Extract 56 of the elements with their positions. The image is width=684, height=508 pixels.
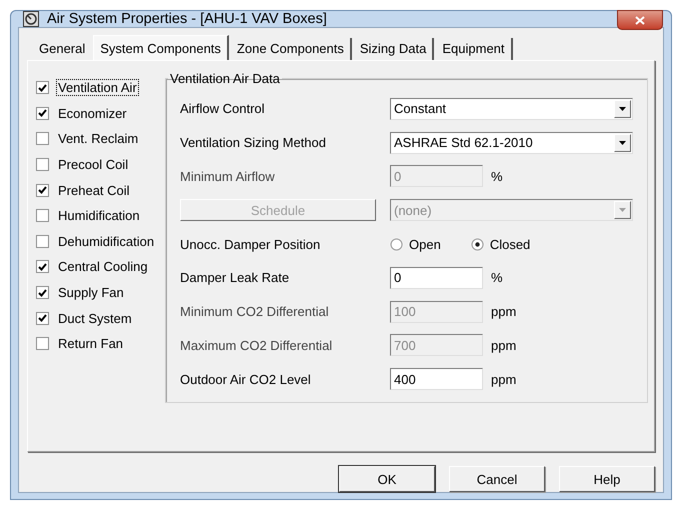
unit-label: % — [491, 270, 503, 286]
checkbox[interactable] — [36, 286, 49, 300]
tab[interactable]: Zone Components — [230, 38, 352, 60]
radio-option[interactable]: Closed — [470, 236, 530, 252]
checkbox-label[interactable]: Economizer — [57, 106, 128, 121]
group-title: Ventilation Air Data — [169, 71, 281, 86]
radio-icon[interactable] — [390, 238, 403, 251]
checkbox-label[interactable]: Dehumidification — [57, 234, 156, 249]
checkbox-label[interactable]: Vent. Reclaim — [57, 131, 140, 146]
radio-option[interactable]: Open — [390, 236, 441, 252]
window-title: Air System Properties - [AHU-1 VAV Boxes] — [47, 11, 327, 27]
field-label: Unocc. Damper Position — [180, 236, 322, 252]
unit-label: ppm — [491, 372, 516, 387]
tab[interactable]: General — [33, 38, 92, 60]
checkbox[interactable] — [36, 260, 49, 274]
dialog-button[interactable]: OK — [339, 466, 435, 492]
checkbox[interactable] — [36, 184, 49, 197]
app-icon — [23, 11, 39, 27]
checkbox-label[interactable]: Return Fan — [57, 336, 124, 352]
dropdown[interactable]: Constant — [390, 98, 633, 120]
close-icon — [635, 16, 645, 24]
checkbox[interactable] — [36, 81, 49, 94]
dialog-button[interactable]: Help — [559, 466, 655, 492]
field-label: Minimum CO2 Differential — [180, 304, 330, 320]
checkbox[interactable] — [36, 234, 49, 248]
field-label: Outdoor Air CO2 Level — [180, 372, 312, 387]
field-label: Airflow Control — [180, 101, 266, 116]
field-label: Minimum Airflow — [180, 168, 276, 184]
tab[interactable]: System Components — [93, 35, 229, 60]
checkbox-label[interactable]: Precool Coil — [57, 157, 130, 172]
field-label: Ventilation Sizing Method — [180, 135, 327, 150]
input-field[interactable]: 0 — [390, 266, 483, 289]
close-button[interactable] — [617, 10, 663, 30]
checkbox[interactable] — [36, 209, 49, 222]
tab[interactable]: Equipment — [436, 38, 513, 60]
field-label: Damper Leak Rate — [180, 270, 290, 286]
checkbox-label[interactable]: Supply Fan — [57, 285, 125, 300]
radio-icon[interactable] — [470, 238, 484, 251]
checkbox[interactable] — [36, 312, 49, 325]
dropdown[interactable]: ASHRAE Std 62.1-2010 — [390, 132, 633, 154]
checkbox[interactable] — [36, 106, 49, 120]
dialog-button[interactable]: Cancel — [449, 466, 545, 492]
tab[interactable]: Sizing Data — [354, 38, 434, 60]
checkbox[interactable] — [36, 132, 49, 146]
unit-label: ppm — [491, 304, 516, 320]
checkbox-label[interactable]: Preheat Coil — [57, 182, 131, 198]
checkbox[interactable] — [36, 158, 49, 172]
checkbox-label[interactable]: Central Cooling — [57, 259, 149, 274]
field-label: Maximum CO2 Differential — [180, 338, 334, 353]
checkbox[interactable] — [36, 337, 49, 350]
unit-label: % — [491, 168, 503, 184]
checkbox-label[interactable]: Duct System — [57, 310, 133, 326]
input-field[interactable]: 400 — [390, 368, 483, 390]
checkbox-label[interactable]: Humidification — [57, 208, 141, 224]
unit-label: ppm — [491, 338, 516, 353]
checkbox-label[interactable]: Ventilation Air — [57, 80, 138, 96]
